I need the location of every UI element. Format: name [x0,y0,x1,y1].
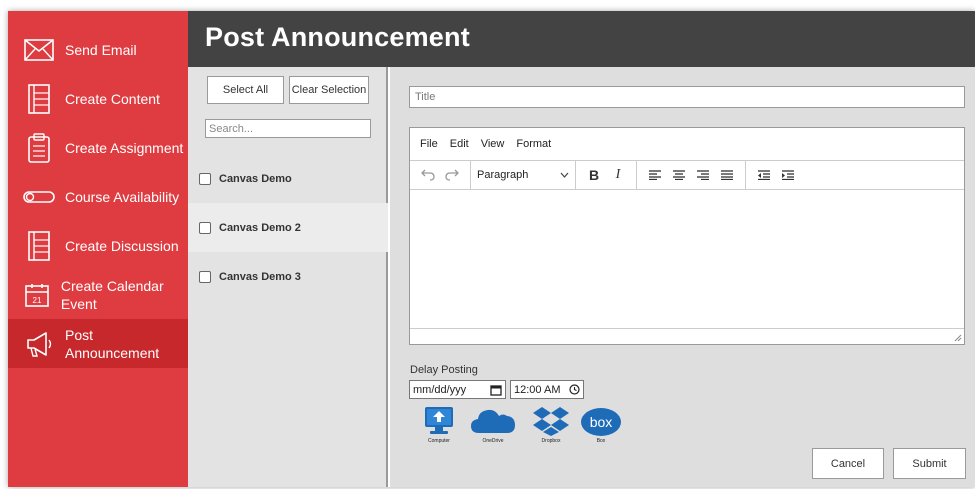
align-left-button[interactable] [643,164,667,186]
computer-upload-icon [425,407,453,434]
chevron-down-icon [560,172,569,178]
course-name: Canvas Demo 3 [219,270,301,283]
sidebar: Send Email Create Content Create Assignm… [8,11,188,487]
sidebar-item-label: Create Assignment [65,139,184,156]
course-checkbox[interactable] [199,221,211,234]
time-value: 12:00 AM [514,383,561,396]
block-format-group: Paragraph [471,161,576,189]
indent-icon [782,170,794,180]
sidebar-item-label: Course Availability [65,188,180,205]
submit-button[interactable]: Submit [893,448,966,479]
outdent-icon [758,170,770,180]
page-header: Post Announcement [188,11,975,67]
block-format-value: Paragraph [477,169,529,181]
document-icon [20,80,58,118]
alignment-group [637,161,746,189]
onedrive-icon [471,409,515,433]
rich-text-editor: File Edit View Format Paragraph B I [409,127,965,345]
sidebar-item-post-announcement[interactable]: Post Announcement [8,319,188,368]
menu-file[interactable]: File [420,138,438,150]
history-group [410,161,471,189]
redo-icon [445,169,459,181]
course-name: Canvas Demo 2 [219,221,301,234]
editor-menubar: File Edit View Format [410,128,964,160]
upload-caption: Dropbox [541,438,561,444]
calendar-day-number: 21 [33,296,42,305]
course-checkbox[interactable] [199,172,211,185]
course-checkbox[interactable] [199,270,211,283]
select-all-button[interactable]: Select All [207,76,284,104]
date-placeholder: mm/dd/yyy [413,383,467,396]
app-window: Send Email Create Content Create Assignm… [8,11,975,487]
block-format-select[interactable]: Paragraph [471,169,575,181]
course-list-pane: Select All Clear Selection Canvas Demo C… [188,67,388,487]
calendar-picker-icon[interactable] [490,384,502,396]
italic-button[interactable]: I [606,164,630,186]
editor-toolbar: Paragraph B I [410,160,964,190]
sidebar-item-create-content[interactable]: Create Content [8,74,188,123]
align-center-icon [673,170,685,180]
sidebar-item-label: Create Calendar Event [60,277,164,312]
align-right-icon [697,170,709,180]
indent-button[interactable] [776,164,800,186]
list-item[interactable]: Canvas Demo [188,154,388,203]
delay-date-input[interactable]: mm/dd/yyy [409,380,506,399]
sidebar-item-label: Send Email [65,41,137,58]
upload-computer[interactable]: Computer [414,405,464,455]
undo-icon [421,169,435,181]
dropbox-icon [533,407,569,436]
calendar-icon: 21 [20,276,54,314]
resize-handle-icon[interactable] [953,333,962,342]
delay-posting-label: Delay Posting [410,364,478,376]
toggle-icon [20,178,58,216]
outdent-button[interactable] [752,164,776,186]
upload-box[interactable]: box Box [576,405,626,455]
announcement-form: File Edit View Format Paragraph [390,67,975,487]
sidebar-item-label: Post Announcement [65,326,160,361]
align-left-icon [649,170,661,180]
redo-button[interactable] [440,164,464,186]
editor-content-area[interactable] [410,190,964,328]
sidebar-item-create-calendar-event[interactable]: 21 Create Calendar Event [8,270,188,319]
editor-statusbar [410,328,964,344]
align-center-button[interactable] [667,164,691,186]
align-justify-button[interactable] [715,164,739,186]
list-item[interactable]: Canvas Demo 3 [188,252,388,301]
align-justify-icon [721,170,733,180]
search-input[interactable] [205,119,371,138]
clock-icon[interactable] [569,384,580,395]
sidebar-item-label: Create Content [65,90,160,107]
clear-selection-button[interactable]: Clear Selection [289,76,369,104]
upload-caption: OneDrive [482,438,504,444]
undo-button[interactable] [416,164,440,186]
sidebar-item-course-availability[interactable]: Course Availability [8,172,188,221]
menu-format[interactable]: Format [516,138,551,150]
text-style-group: B I [576,161,637,189]
delay-time-input[interactable]: 12:00 AM [510,380,584,399]
indent-group [746,161,806,189]
course-name: Canvas Demo [219,172,292,185]
megaphone-icon [20,325,58,363]
sidebar-item-send-email[interactable]: Send Email [8,25,188,74]
sidebar-item-label: Create Discussion [65,237,179,254]
upload-dropbox[interactable]: Dropbox [526,405,576,455]
page-title: Post Announcement [205,22,470,52]
list-item[interactable]: Canvas Demo 2 [188,203,388,252]
box-icon: box [581,408,621,436]
menu-edit[interactable]: Edit [450,138,469,150]
clipboard-icon [20,129,58,167]
align-right-button[interactable] [691,164,715,186]
envelope-icon [20,31,58,69]
sidebar-item-create-assignment[interactable]: Create Assignment [8,123,188,172]
menu-view[interactable]: View [481,138,505,150]
upload-caption: Computer [428,438,450,444]
upload-onedrive[interactable]: OneDrive [468,405,518,455]
bold-button[interactable]: B [582,164,606,186]
box-logo-text: box [590,414,613,430]
upload-caption: Box [596,438,606,444]
title-input[interactable] [409,86,965,108]
notebook-icon [20,227,58,265]
sidebar-item-create-discussion[interactable]: Create Discussion [8,221,188,270]
cancel-button[interactable]: Cancel [812,448,884,479]
